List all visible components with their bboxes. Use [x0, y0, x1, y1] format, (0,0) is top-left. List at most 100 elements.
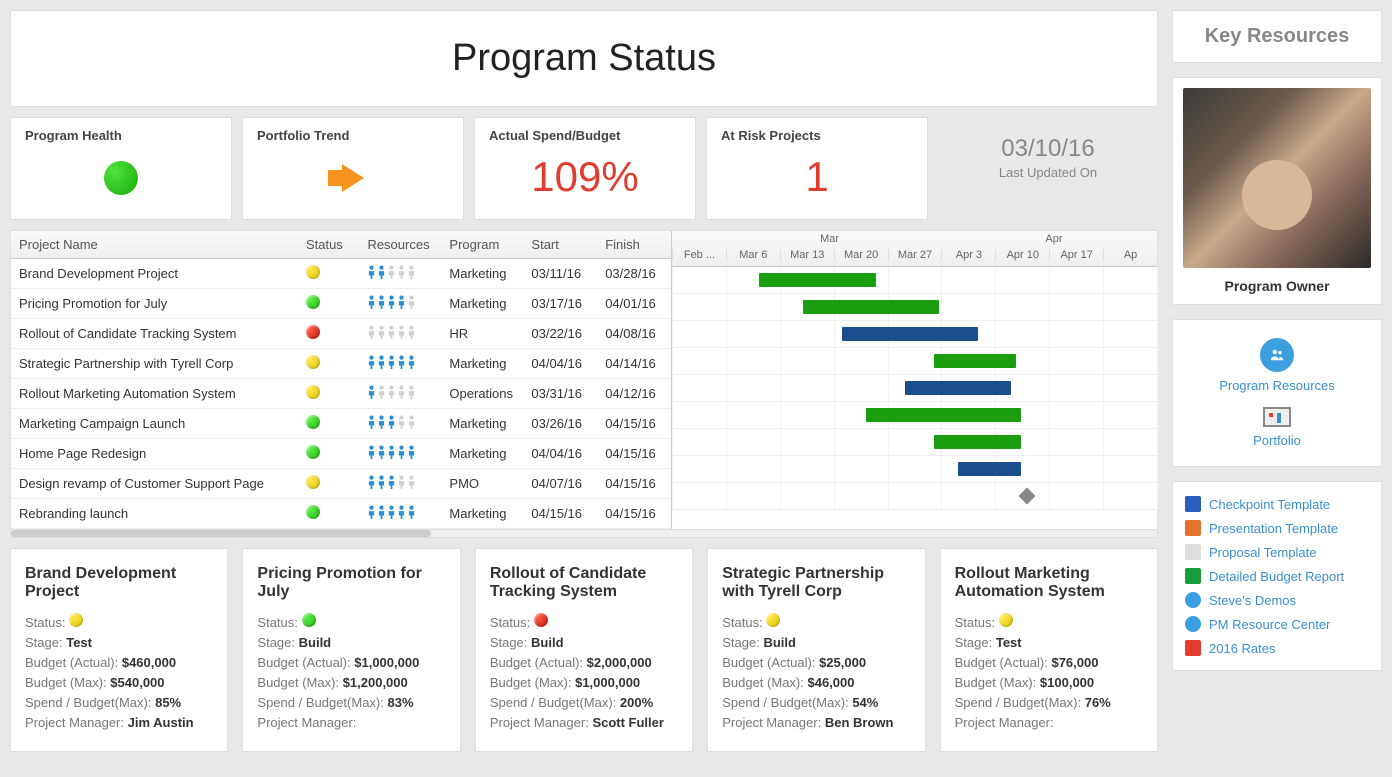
cell-program: Marketing: [441, 349, 523, 379]
cell-start: 03/11/16: [523, 259, 597, 289]
table-row[interactable]: Design revamp of Customer Support Page P…: [11, 469, 671, 499]
scrollbar-thumb[interactable]: [11, 530, 431, 537]
kpi-updated-label: Last Updated On: [952, 165, 1144, 180]
cell-name: Pricing Promotion for July: [11, 289, 298, 319]
gantt-bar[interactable]: [842, 327, 978, 341]
table-row[interactable]: Rollout of Candidate Tracking System HR …: [11, 319, 671, 349]
person-icon: [407, 295, 416, 309]
person-icon: [407, 265, 416, 279]
gantt-row: [672, 294, 1157, 321]
portfolio-link[interactable]: Portfolio: [1183, 407, 1371, 448]
cell-program: Marketing: [441, 259, 523, 289]
gantt-bar[interactable]: [759, 273, 875, 287]
table-row[interactable]: Rebranding launch Marketing 04/15/16 04/…: [11, 499, 671, 529]
program-resources-link[interactable]: Program Resources: [1183, 338, 1371, 393]
cell-resources: [359, 319, 441, 349]
cell-status: [298, 379, 359, 409]
project-card[interactable]: Brand Development Project Status: Stage:…: [10, 548, 228, 752]
cell-resources: [359, 289, 441, 319]
resource-link[interactable]: Proposal Template: [1185, 540, 1369, 564]
table-row[interactable]: Home Page Redesign Marketing 04/04/16 04…: [11, 439, 671, 469]
resource-link[interactable]: Checkpoint Template: [1185, 492, 1369, 516]
status-dot-icon: [306, 355, 320, 369]
status-dot-icon: [306, 445, 320, 459]
cell-program: Marketing: [441, 289, 523, 319]
health-dot-icon: [104, 161, 138, 195]
table-row[interactable]: Brand Development Project Marketing 03/1…: [11, 259, 671, 289]
kpi-risk-value: 1: [721, 153, 913, 201]
cell-resources: [359, 469, 441, 499]
project-card[interactable]: Strategic Partnership with Tyrell Corp S…: [707, 548, 925, 752]
person-icon: [377, 385, 386, 399]
gantt-bar[interactable]: [958, 462, 1021, 476]
link-label: Detailed Budget Report: [1209, 569, 1344, 584]
cell-name: Marketing Campaign Launch: [11, 409, 298, 439]
person-icon: [367, 505, 376, 519]
gantt-row: [672, 483, 1157, 510]
resource-link[interactable]: 2016 Rates: [1185, 636, 1369, 660]
file-icon: [1185, 520, 1201, 536]
people-icon: [1260, 338, 1294, 372]
table-row[interactable]: Strategic Partnership with Tyrell Corp M…: [11, 349, 671, 379]
resource-link[interactable]: Steve's Demos: [1185, 588, 1369, 612]
arrow-right-icon: [342, 164, 364, 192]
cell-resources: [359, 409, 441, 439]
file-icon: [1185, 640, 1201, 656]
person-icon: [387, 325, 396, 339]
gantt-chart[interactable]: MarApr Feb ...Mar 6Mar 13Mar 20Mar 27Apr…: [671, 231, 1157, 529]
grid-icon: [1263, 407, 1291, 427]
cell-program: PMO: [441, 469, 523, 499]
cell-program: Marketing: [441, 499, 523, 529]
cell-start: 03/17/16: [523, 289, 597, 319]
project-card[interactable]: Rollout Marketing Automation System Stat…: [940, 548, 1158, 752]
milestone-icon: [1019, 488, 1036, 505]
kpi-risk: At Risk Projects 1: [706, 117, 928, 220]
gantt-row: [672, 402, 1157, 429]
person-icon: [397, 355, 406, 369]
gantt-bar[interactable]: [803, 300, 939, 314]
program-owner-label: Program Owner: [1183, 278, 1371, 294]
th-resources[interactable]: Resources: [359, 231, 441, 259]
person-icon: [377, 505, 386, 519]
cell-program: Marketing: [441, 409, 523, 439]
resource-link[interactable]: PM Resource Center: [1185, 612, 1369, 636]
cell-start: 03/31/16: [523, 379, 597, 409]
project-card[interactable]: Rollout of Candidate Tracking System Sta…: [475, 548, 693, 752]
th-project[interactable]: Project Name: [11, 231, 298, 259]
person-icon: [377, 265, 386, 279]
gantt-bar[interactable]: [934, 354, 1016, 368]
th-program[interactable]: Program: [441, 231, 523, 259]
table-row[interactable]: Rollout Marketing Automation System Oper…: [11, 379, 671, 409]
table-row[interactable]: Pricing Promotion for July Marketing 03/…: [11, 289, 671, 319]
cell-name: Rollout of Candidate Tracking System: [11, 319, 298, 349]
cell-resources: [359, 499, 441, 529]
gantt-row: [672, 267, 1157, 294]
cell-status: [298, 349, 359, 379]
person-icon: [387, 385, 396, 399]
file-icon: [1185, 616, 1201, 632]
th-start[interactable]: Start: [523, 231, 597, 259]
person-icon: [397, 295, 406, 309]
kpi-trend: Portfolio Trend: [242, 117, 464, 220]
kpi-spend-label: Actual Spend/Budget: [489, 128, 681, 143]
project-card[interactable]: Pricing Promotion for July Status: Stage…: [242, 548, 460, 752]
cell-finish: 03/28/16: [597, 259, 671, 289]
cell-start: 04/04/16: [523, 349, 597, 379]
gantt-bar[interactable]: [866, 408, 1021, 422]
gantt-bar[interactable]: [905, 381, 1012, 395]
person-icon: [387, 505, 396, 519]
status-dot-icon: [69, 613, 83, 627]
cell-finish: 04/08/16: [597, 319, 671, 349]
table-row[interactable]: Marketing Campaign Launch Marketing 03/2…: [11, 409, 671, 439]
th-finish[interactable]: Finish: [597, 231, 671, 259]
th-status[interactable]: Status: [298, 231, 359, 259]
gantt-bar[interactable]: [934, 435, 1021, 449]
quick-links-card: Program Resources Portfolio: [1172, 319, 1382, 467]
resource-link[interactable]: Detailed Budget Report: [1185, 564, 1369, 588]
horizontal-scrollbar[interactable]: [11, 529, 1157, 537]
kpi-updated: 03/10/16 Last Updated On: [938, 117, 1158, 220]
card-title: Rollout Marketing Automation System: [955, 565, 1143, 603]
status-dot-icon: [306, 505, 320, 519]
resource-link[interactable]: Presentation Template: [1185, 516, 1369, 540]
resource-links-card: Checkpoint TemplatePresentation Template…: [1172, 481, 1382, 671]
